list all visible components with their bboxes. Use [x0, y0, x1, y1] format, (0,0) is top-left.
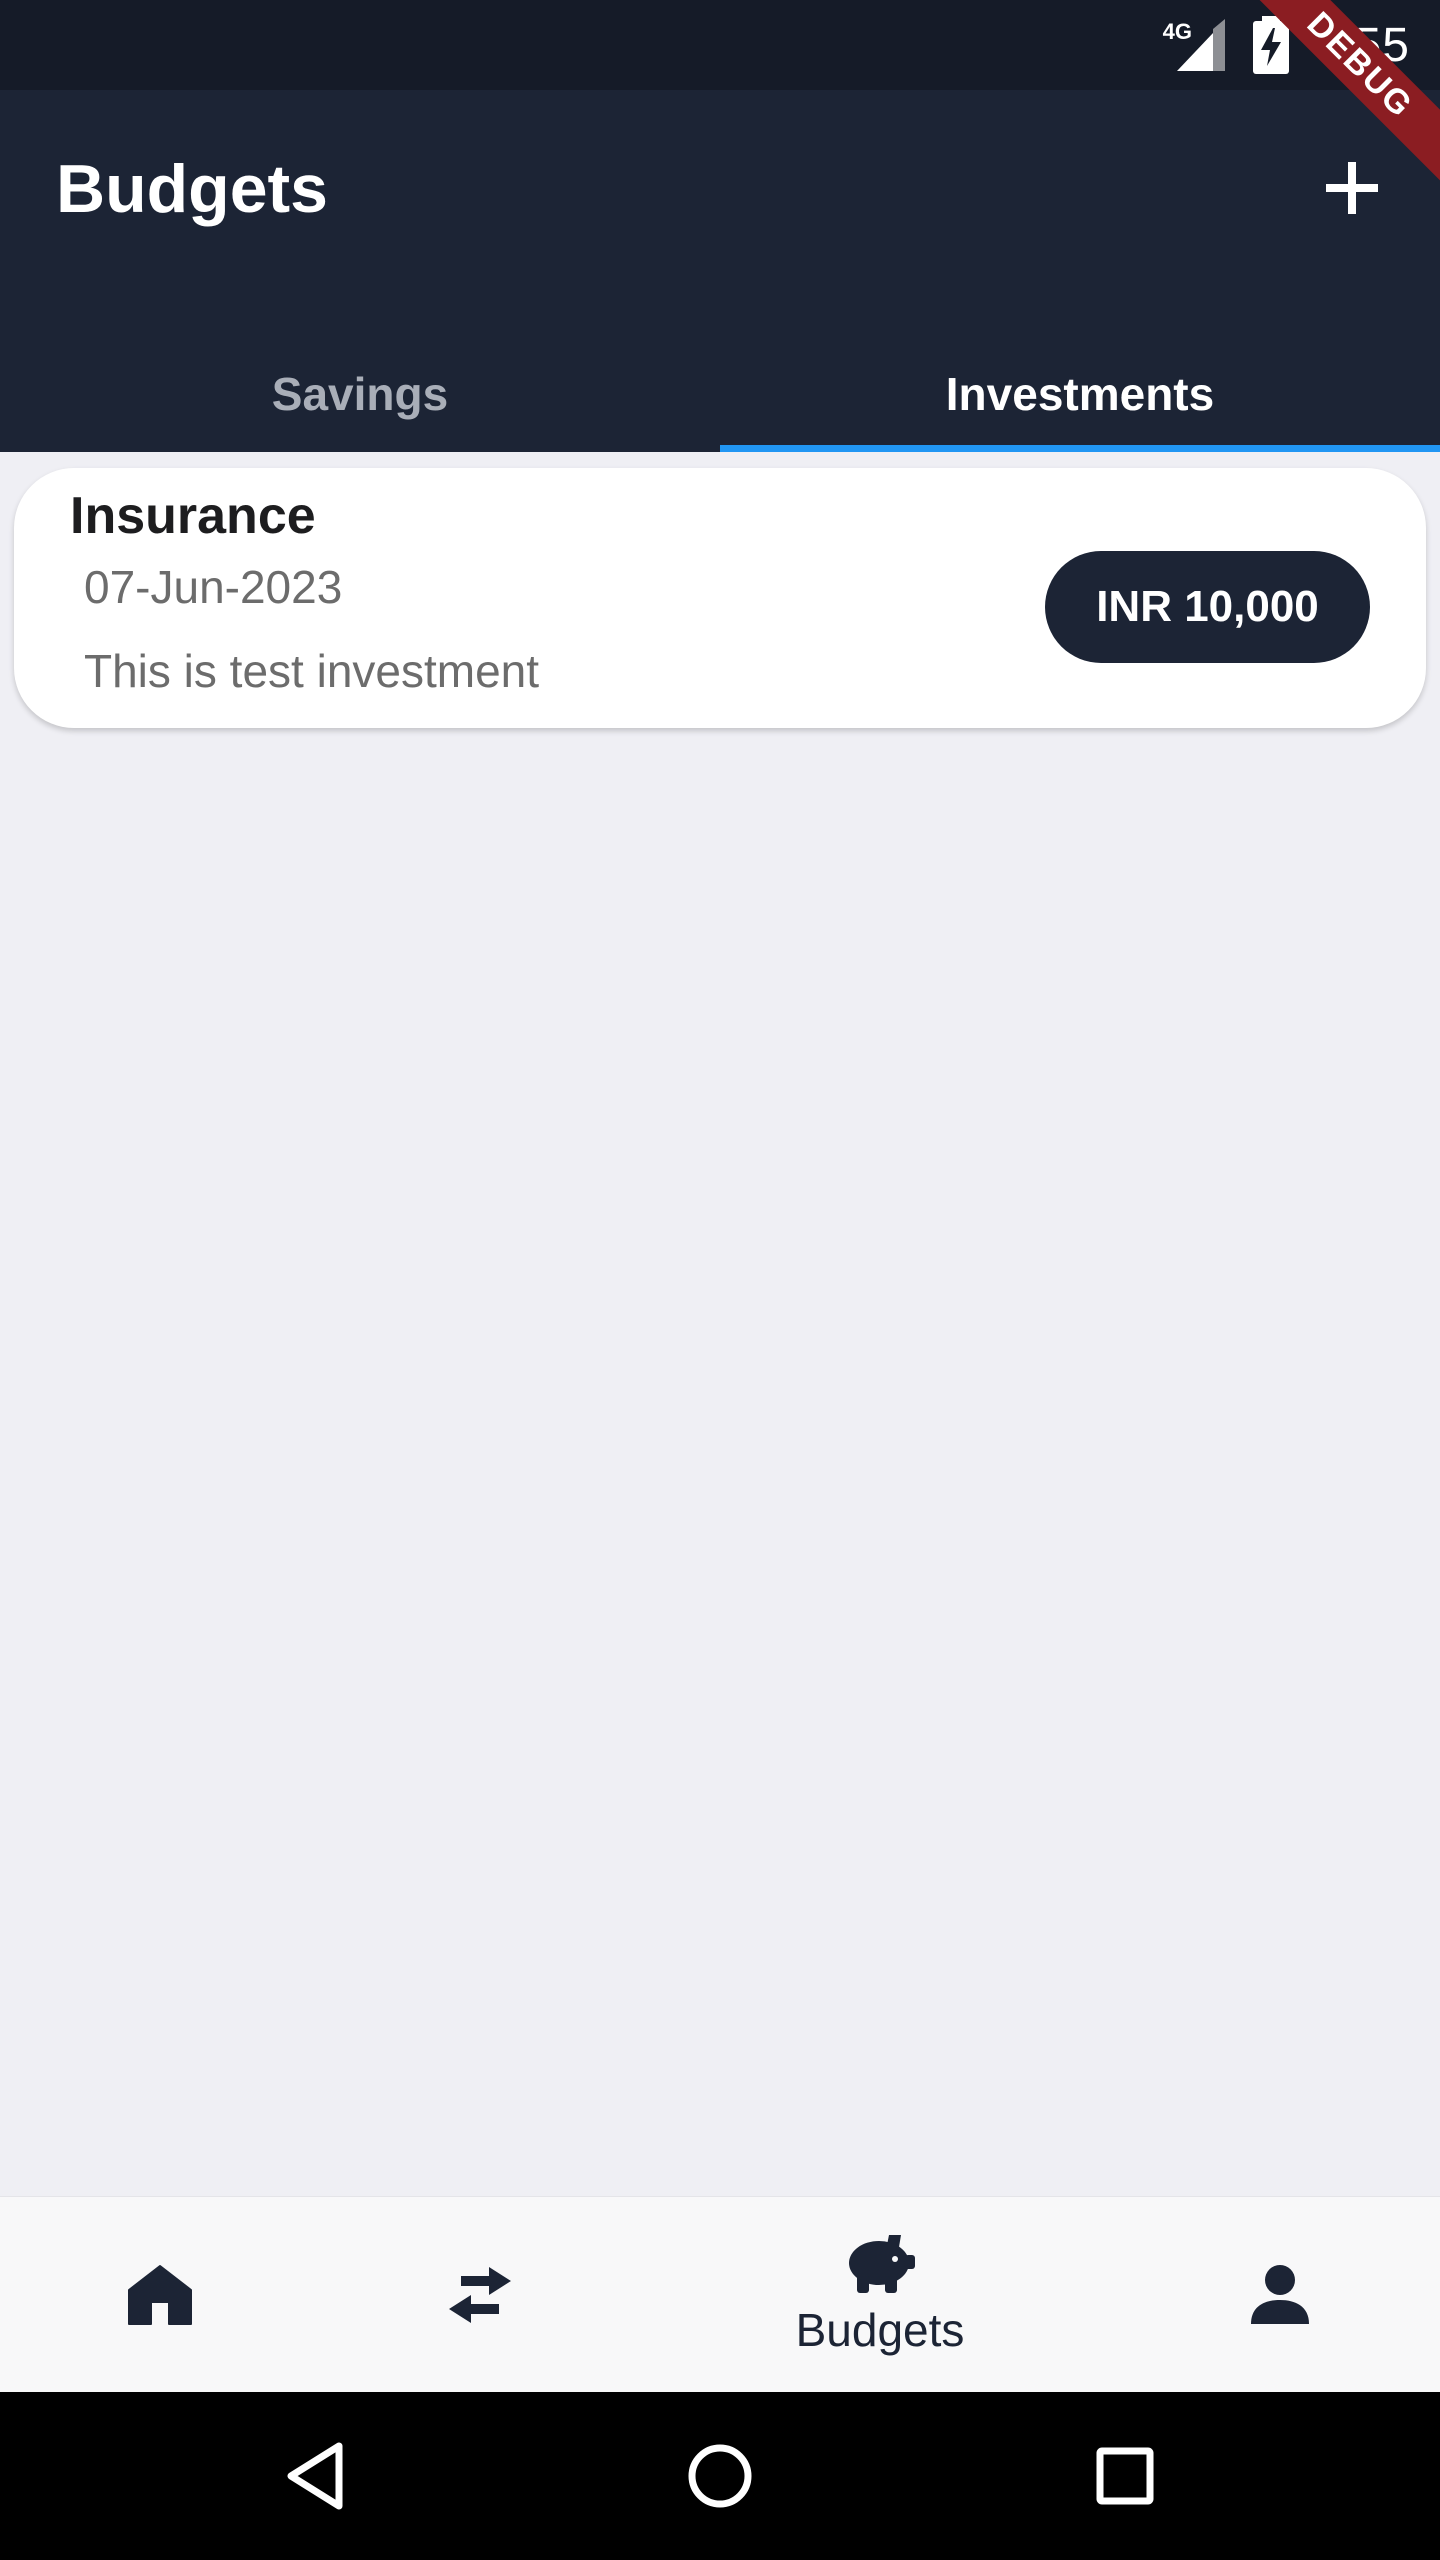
- investment-title: Insurance: [70, 487, 316, 545]
- nav-item-home[interactable]: [100, 2197, 220, 2393]
- bottom-navigation: Budgets: [0, 2196, 1440, 2392]
- system-navigation-bar: [0, 2392, 1440, 2560]
- tab-investments[interactable]: Investments: [720, 335, 1440, 452]
- home-circle-icon: [688, 2444, 752, 2508]
- signal-icon: 4G: [1163, 15, 1229, 75]
- back-triangle-icon: [287, 2442, 343, 2510]
- swap-arrows-icon: [449, 2267, 511, 2323]
- investment-date: 07-Jun-2023: [84, 561, 343, 613]
- home-icon: [128, 2265, 192, 2325]
- piggy-bank-icon: [849, 2235, 915, 2293]
- back-button[interactable]: [275, 2436, 355, 2516]
- nav-label-budgets: Budgets: [795, 2304, 965, 2356]
- tab-savings[interactable]: Savings: [0, 335, 720, 452]
- investment-description: This is test investment: [84, 645, 540, 697]
- status-bar: 4G 6:55: [0, 0, 1440, 90]
- nav-item-budgets[interactable]: Budgets: [760, 2197, 1000, 2393]
- home-button[interactable]: [680, 2436, 760, 2516]
- battery-charging-icon: [1252, 16, 1289, 74]
- tab-bar: Savings Investments: [0, 335, 1440, 452]
- investment-amount-badge: INR 10,000: [1045, 551, 1370, 663]
- nav-item-transactions[interactable]: [420, 2197, 540, 2393]
- investment-card[interactable]: Insurance 07-Jun-2023 This is test inves…: [14, 468, 1426, 728]
- add-button[interactable]: [1312, 148, 1392, 228]
- app-bar: Budgets Savings Investments: [0, 90, 1440, 452]
- page-title: Budgets: [56, 151, 328, 227]
- person-icon: [1251, 2265, 1309, 2324]
- recents-square-icon: [1096, 2447, 1154, 2505]
- nav-item-profile[interactable]: [1220, 2197, 1340, 2393]
- plus-icon: [1326, 162, 1378, 214]
- recents-button[interactable]: [1085, 2436, 1165, 2516]
